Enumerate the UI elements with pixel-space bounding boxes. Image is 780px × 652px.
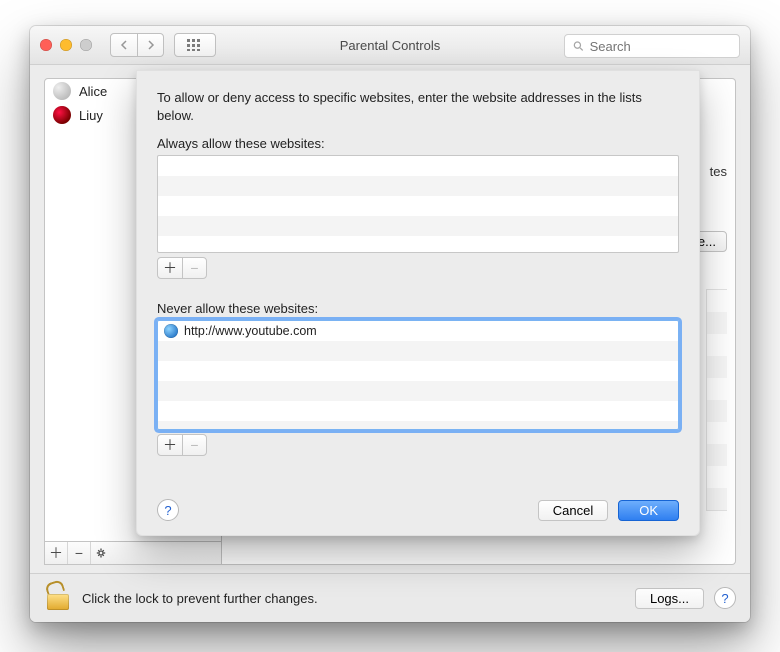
chevron-left-icon: [120, 40, 129, 50]
allow-list-controls: ＋ −: [157, 257, 207, 279]
allow-list[interactable]: [157, 155, 679, 253]
lock-hint-text: Click the lock to prevent further change…: [82, 591, 318, 606]
allow-remove-button: −: [182, 258, 206, 278]
partial-label: tes: [710, 164, 727, 179]
deny-list-label: Never allow these websites:: [157, 301, 679, 316]
remove-user-button[interactable]: −: [68, 542, 91, 564]
sidebar-user-label: Liuy: [79, 108, 103, 123]
sidebar-user-label: Alice: [79, 84, 107, 99]
avatar-icon: [53, 106, 71, 124]
allow-list-label: Always allow these websites:: [157, 136, 679, 151]
titlebar: Parental Controls: [30, 26, 750, 65]
zoom-window-button: [80, 39, 92, 51]
chevron-right-icon: [146, 40, 155, 50]
sheet-help-button[interactable]: ?: [157, 499, 179, 521]
deny-remove-button: −: [182, 435, 206, 455]
website-access-sheet: To allow or deny access to specific webs…: [136, 70, 700, 536]
help-button[interactable]: ?: [714, 587, 736, 609]
preferences-window: Parental Controls Alice: [30, 26, 750, 622]
window-footer: Click the lock to prevent further change…: [30, 573, 750, 622]
avatar-icon: [53, 82, 71, 100]
cancel-button[interactable]: Cancel: [538, 500, 608, 521]
deny-list-item[interactable]: http://www.youtube.com: [158, 321, 678, 341]
gear-icon: [96, 547, 108, 559]
logs-button[interactable]: Logs...: [635, 588, 704, 609]
nav-back-button[interactable]: [111, 34, 137, 56]
sheet-footer: ? Cancel OK: [157, 499, 679, 521]
allow-add-button[interactable]: ＋: [158, 258, 182, 278]
sidebar-footer: ＋ −: [45, 541, 221, 564]
add-user-button[interactable]: ＋: [45, 542, 68, 564]
search-field[interactable]: [564, 34, 740, 58]
show-all-prefs-button[interactable]: [174, 33, 216, 57]
globe-icon: [164, 324, 178, 338]
sidebar-action-menu[interactable]: [91, 542, 113, 564]
nav-back-forward: [110, 33, 164, 57]
search-icon: [573, 40, 584, 52]
sheet-intro-text: To allow or deny access to specific webs…: [157, 89, 679, 124]
grid-icon: [187, 39, 203, 51]
nav-forward-button[interactable]: [137, 34, 163, 56]
window-controls: [40, 39, 92, 51]
background-list: [706, 289, 727, 511]
minimize-window-button[interactable]: [60, 39, 72, 51]
close-window-button[interactable]: [40, 39, 52, 51]
deny-list[interactable]: http://www.youtube.com: [157, 320, 679, 430]
deny-list-item-url: http://www.youtube.com: [184, 324, 317, 338]
deny-add-button[interactable]: ＋: [158, 435, 182, 455]
lock-icon[interactable]: [44, 584, 72, 612]
deny-list-controls: ＋ −: [157, 434, 207, 456]
ok-button[interactable]: OK: [618, 500, 679, 521]
search-input[interactable]: [588, 38, 731, 55]
